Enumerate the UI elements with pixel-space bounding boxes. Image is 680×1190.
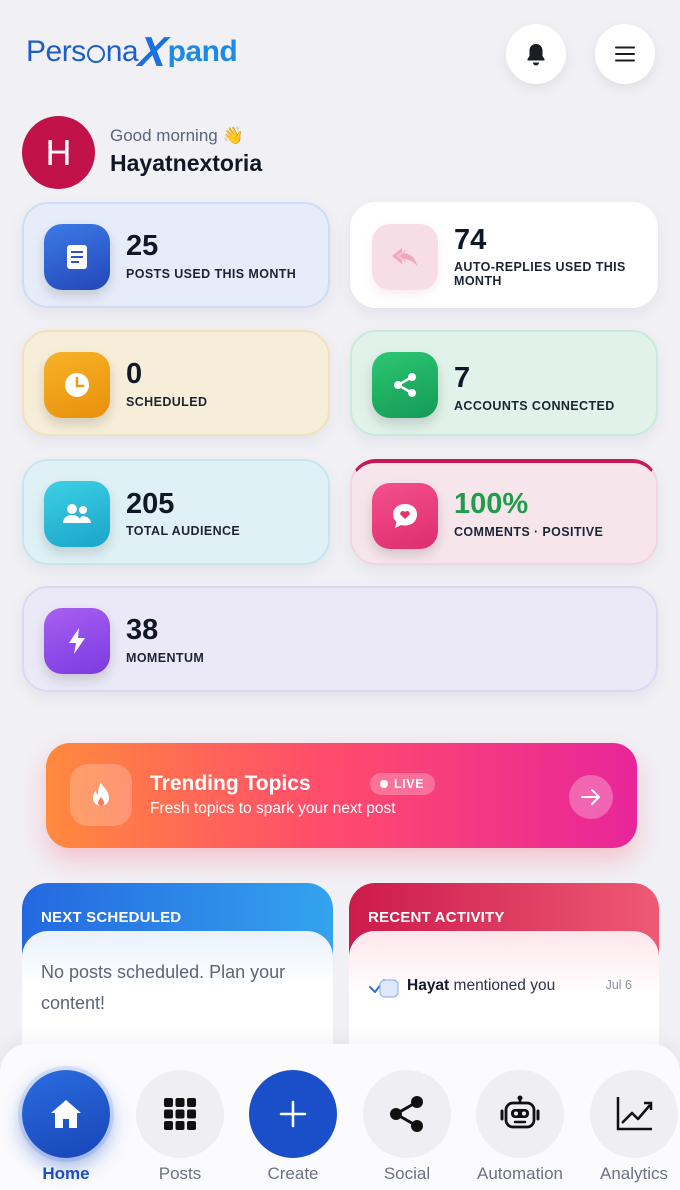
stat-value: 0 [126, 358, 143, 390]
stat-value: 74 [454, 224, 487, 256]
nav-item-social[interactable]: Social [363, 1070, 451, 1188]
nav-item-automation[interactable]: Automation [476, 1070, 564, 1188]
stat-label: MOMENTUM [126, 651, 205, 665]
stat-card-accounts[interactable]: 7 ACCOUNTS CONNECTED [350, 330, 658, 436]
wave-emoji-icon: 👋 [222, 126, 244, 145]
nav-label: Posts [158, 1164, 202, 1183]
fire-icon [70, 764, 132, 826]
activity-date: Jul 6 [605, 978, 632, 992]
stat-card-posts[interactable]: 25 POSTS USED THIS MONTH [22, 202, 330, 308]
grid-icon [136, 1070, 224, 1158]
trending-topics-banner[interactable]: Trending Topics LIVE Fresh topics to spa… [46, 743, 637, 848]
greeting-label: Good morning [110, 126, 218, 145]
users-icon [44, 481, 110, 547]
stat-label: ACCOUNTS CONNECTED [454, 399, 615, 413]
document-icon [44, 224, 110, 290]
chat-heart-icon [372, 483, 438, 549]
hamburger-menu-icon [615, 46, 635, 62]
user-name: Hayatnextoria [110, 150, 263, 176]
home-icon [22, 1070, 110, 1158]
mention-check-icon [369, 979, 399, 998]
lightning-icon [44, 608, 110, 674]
clock-icon [44, 352, 110, 418]
activity-action: mentioned you [453, 977, 556, 994]
notifications-button[interactable] [506, 24, 566, 84]
stat-value: 7 [454, 362, 471, 394]
nav-item-create[interactable]: Create [249, 1070, 337, 1188]
brand-logo[interactable]: Pers na Xpand [26, 28, 238, 75]
nav-label: Social [383, 1164, 431, 1183]
list-item[interactable]: Hayat mentioned you Jul 6 [368, 973, 638, 1003]
nav-label: Home [42, 1164, 90, 1183]
stat-card-auto-replies[interactable]: 74 AUTO-REPLIES USED THIS MONTH [350, 202, 658, 308]
logo-text-part1b: na [105, 35, 139, 68]
logo-text-part1: Pers [26, 35, 86, 68]
live-badge: LIVE [370, 773, 436, 795]
stat-value: 25 [126, 230, 159, 262]
stat-value: 100% [454, 488, 529, 520]
nav-label: Create [267, 1164, 319, 1183]
share-icon [363, 1070, 451, 1158]
stat-card-audience[interactable]: 205 TOTAL AUDIENCE [22, 459, 330, 565]
bell-icon [527, 44, 545, 66]
avatar[interactable]: H [22, 116, 95, 189]
activity-text: Hayat mentioned you [407, 977, 555, 995]
dashboard-page: Pers na Xpand H Good morning 👋 Hayatnextor… [0, 0, 680, 1190]
stat-label: POSTS USED THIS MONTH [126, 267, 297, 281]
trending-subtitle: Fresh topics to spark your next post [150, 800, 396, 817]
bottom-navigation: Home Posts Create Social Automation Anal… [0, 1044, 680, 1190]
nav-item-posts[interactable]: Posts [136, 1070, 224, 1188]
menu-button[interactable] [595, 24, 655, 84]
stat-label: TOTAL AUDIENCE [126, 524, 241, 538]
share-icon [372, 352, 438, 418]
stat-label: COMMENTS · POSITIVE [454, 525, 604, 539]
nav-label: Analytics [599, 1164, 669, 1183]
stat-value: 205 [126, 488, 175, 520]
chart-line-icon [590, 1070, 678, 1158]
stat-value: 38 [126, 614, 159, 646]
stat-card-scheduled[interactable]: 0 SCHEDULED [22, 330, 330, 436]
greeting-text: Good morning 👋 [110, 126, 244, 146]
plus-icon [249, 1070, 337, 1158]
stat-label: SCHEDULED [126, 395, 208, 409]
arrow-right-icon[interactable] [569, 775, 613, 819]
reply-all-icon [372, 224, 438, 290]
nav-label: Automation [477, 1164, 563, 1183]
logo-text-part2: pand [167, 35, 238, 68]
logo-person-icon [86, 45, 105, 63]
stat-label: AUTO-REPLIES USED THIS MONTH [454, 260, 626, 288]
nav-item-home[interactable]: Home [22, 1070, 110, 1188]
robot-icon [476, 1070, 564, 1158]
stat-card-momentum[interactable]: 38 MOMENTUM [22, 586, 658, 692]
nav-item-analytics[interactable]: Analytics [590, 1070, 678, 1188]
trending-title: Trending Topics [150, 772, 311, 795]
activity-user: Hayat [407, 977, 450, 994]
logo-x-mark: X [136, 28, 170, 75]
stat-card-comments[interactable]: 100% COMMENTS · POSITIVE [350, 459, 658, 565]
